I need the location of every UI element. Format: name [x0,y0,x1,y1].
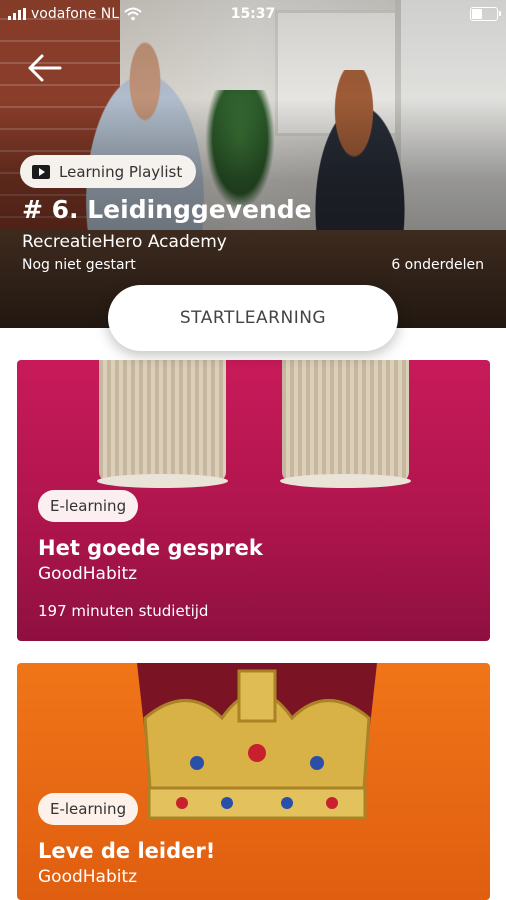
course-title: Leve de leider! [38,839,216,863]
status-bar: vodafone NL 15:37 [0,0,506,28]
arrow-left-icon [28,54,62,82]
play-icon [32,164,50,179]
playlist-title: # 6. Leidinggevende [22,195,312,224]
coffee-cup-illustration [280,360,411,488]
battery-icon [470,7,501,21]
back-button[interactable] [26,50,66,90]
clock: 15:37 [230,6,276,22]
course-type-badge: E-learning [38,793,139,825]
start-learning-button[interactable]: STARTLEARNING [108,285,398,351]
playlist-type-chip: Learning Playlist [20,155,197,188]
course-card[interactable]: E-learning Het goede gesprek GoodHabitz … [17,360,490,641]
hero-banner: vodafone NL 15:37 Learning Playlist # 6.… [0,0,506,328]
course-provider: GoodHabitz [38,867,138,887]
progress-status: Nog niet gestart [22,257,136,273]
crown-illustration [137,663,377,820]
playlist-type-label: Learning Playlist [59,162,183,181]
coffee-cup-illustration [97,360,228,488]
course-duration: 197 minuten studietijd [38,602,209,620]
course-card[interactable]: E-learning Leve de leider! GoodHabitz [17,663,490,900]
course-provider: GoodHabitz [38,564,138,584]
parts-count: 6 onderdelen [391,257,484,273]
organization-name: RecreatieHero Academy [22,232,227,252]
course-type-badge: E-learning [38,490,139,522]
course-title: Het goede gesprek [38,536,263,560]
